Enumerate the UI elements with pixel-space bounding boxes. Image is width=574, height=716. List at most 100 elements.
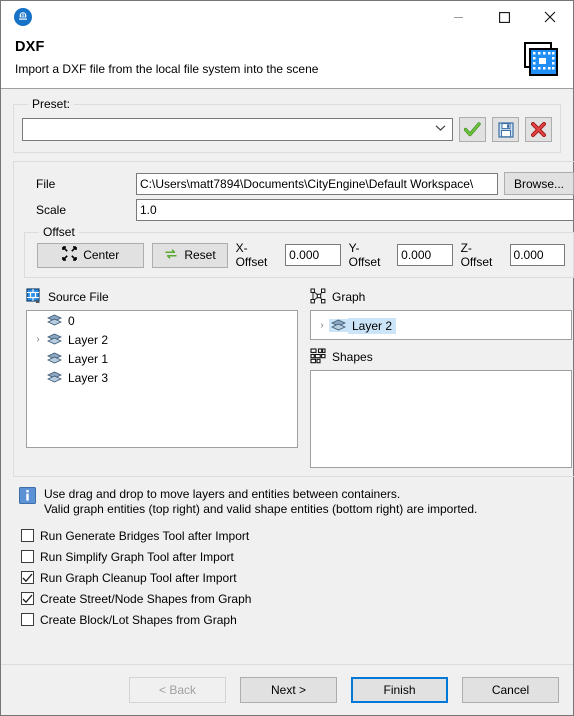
graph-shapes-panels: Graph › Layer 2 Shapes — [310, 288, 572, 468]
z-offset-label: Z-Offset — [460, 241, 493, 269]
list-item[interactable]: › Layer 3 — [27, 368, 297, 387]
preset-apply-button[interactable] — [459, 117, 486, 142]
checkbox-checked-icon[interactable] — [21, 571, 34, 584]
list-item-label: Layer 2 — [68, 332, 109, 347]
source-file-title: Source File — [48, 290, 109, 304]
back-button[interactable]: < Back — [129, 677, 226, 703]
x-offset-input[interactable]: 0.000 — [285, 244, 341, 266]
checkbox-checked-icon[interactable] — [21, 592, 34, 605]
info-line-1: Use drag and drop to move layers and ent… — [44, 487, 401, 501]
title-bar — [1, 1, 573, 33]
page-title: DXF — [15, 39, 45, 55]
graph-header: Graph — [310, 288, 572, 306]
close-button[interactable] — [527, 1, 573, 33]
scale-row: Scale 1.0 — [24, 199, 574, 221]
offset-legend: Offset — [43, 225, 75, 239]
preset-delete-button[interactable] — [525, 117, 552, 142]
reset-button[interactable]: Reset — [152, 242, 228, 268]
info-text: Use drag and drop to move layers and ent… — [44, 487, 477, 517]
info-icon — [19, 487, 36, 507]
x-offset-label: X-Offset — [235, 241, 268, 269]
option-run-simplify-graph[interactable]: Run Simplify Graph Tool after Import — [21, 546, 561, 567]
layer-stack-icon — [45, 314, 64, 327]
source-file-panel: Source File › 0 — [26, 287, 298, 468]
converge-arrows-icon — [62, 246, 77, 264]
checkbox-unchecked-icon[interactable] — [21, 613, 34, 626]
list-item-label: Layer 2 — [348, 317, 397, 334]
cad-file-icon — [26, 287, 42, 307]
twisty-placeholder: › — [31, 353, 45, 364]
twisty-placeholder: › — [31, 372, 45, 383]
layer-stack-icon — [329, 319, 348, 332]
cancel-button[interactable]: Cancel — [462, 677, 559, 703]
checkbox-unchecked-icon[interactable] — [21, 529, 34, 542]
option-label: Run Simplify Graph Tool after Import — [40, 549, 234, 564]
info-line-2: Valid graph entities (top right) and val… — [44, 502, 478, 516]
refresh-arrows-icon — [164, 247, 178, 264]
maximize-button[interactable] — [481, 1, 527, 33]
preset-legend: Preset: — [32, 97, 71, 111]
shapes-header: Shapes — [310, 347, 572, 367]
option-create-block-lot-shapes[interactable]: Create Block/Lot Shapes from Graph — [21, 609, 561, 630]
center-button-label: Center — [83, 248, 120, 262]
preset-combo[interactable] — [22, 118, 453, 141]
dxf-document-icon — [521, 41, 561, 82]
offset-row: Center Reset X-Offset 0.000 Y-Offset 0.0… — [33, 241, 565, 269]
file-row: File C:\Users\matt7894\Documents\CityEng… — [24, 172, 574, 195]
offset-group: Offset Center Reset X-Offset 0.000 Y-Off… — [24, 225, 574, 278]
reset-button-label: Reset — [184, 248, 216, 262]
y-offset-label: Y-Offset — [348, 241, 381, 269]
shapes-title: Shapes — [332, 350, 373, 364]
option-label: Create Block/Lot Shapes from Graph — [40, 612, 237, 627]
dialog-footer: < Back Next > Finish Cancel — [1, 664, 573, 715]
option-label: Create Street/Node Shapes from Graph — [40, 591, 252, 606]
preset-group: Preset: — [13, 97, 561, 153]
dxf-import-dialog: DXF Import a DXF file from the local fil… — [1, 1, 574, 715]
layer-stack-icon — [45, 352, 64, 365]
option-run-graph-cleanup[interactable]: Run Graph Cleanup Tool after Import — [21, 567, 561, 588]
option-label: Run Graph Cleanup Tool after Import — [40, 570, 237, 585]
next-button[interactable]: Next > — [240, 677, 337, 703]
file-input[interactable]: C:\Users\matt7894\Documents\CityEngine\D… — [136, 172, 498, 195]
graph-title: Graph — [332, 290, 366, 304]
page-subtitle: Import a DXF file from the local file sy… — [15, 62, 319, 76]
list-item[interactable]: › Layer 2 — [27, 330, 297, 349]
layer-stack-icon — [45, 333, 64, 346]
chevron-right-icon[interactable]: › — [31, 334, 45, 345]
twisty-placeholder: › — [31, 315, 45, 326]
shapes-grid-icon — [310, 347, 326, 367]
option-label: Run Generate Bridges Tool after Import — [40, 528, 250, 543]
chevron-right-icon[interactable]: › — [315, 320, 329, 331]
z-offset-input[interactable]: 0.000 — [509, 244, 565, 266]
options-list: Run Generate Bridges Tool after Import R… — [21, 525, 561, 630]
cityengine-logo-icon — [7, 8, 39, 26]
minimize-button[interactable] — [435, 1, 481, 33]
source-file-list[interactable]: › 0 › — [26, 310, 298, 448]
dialog-header: DXF Import a DXF file from the local fil… — [1, 33, 573, 89]
list-item[interactable]: › Layer 1 — [27, 349, 297, 368]
file-label: File — [36, 176, 56, 191]
info-row: Use drag and drop to move layers and ent… — [19, 487, 561, 517]
shapes-list[interactable] — [310, 370, 572, 468]
preset-save-button[interactable] — [492, 117, 519, 142]
list-item[interactable]: › Layer 2 — [311, 316, 571, 335]
list-item[interactable]: › 0 — [27, 311, 297, 330]
settings-group: File C:\Users\matt7894\Documents\CityEng… — [13, 161, 574, 477]
layer-stack-icon — [45, 371, 64, 384]
list-item-label: Layer 3 — [68, 370, 109, 385]
graph-list[interactable]: › Layer 2 — [310, 310, 572, 340]
list-item-label: Layer 1 — [68, 351, 109, 366]
option-create-street-node-shapes[interactable]: Create Street/Node Shapes from Graph — [21, 588, 561, 609]
dialog-body: Preset: File C:\Users\matt7894\Documents… — [1, 89, 574, 664]
chevron-down-icon — [435, 124, 448, 135]
scale-label: Scale — [36, 203, 67, 217]
center-button[interactable]: Center — [37, 242, 145, 268]
network-graph-icon — [310, 288, 326, 307]
finish-button[interactable]: Finish — [351, 677, 448, 703]
option-run-generate-bridges[interactable]: Run Generate Bridges Tool after Import — [21, 525, 561, 546]
y-offset-input[interactable]: 0.000 — [397, 244, 453, 266]
scale-input[interactable]: 1.0 — [136, 199, 574, 221]
list-item-label: 0 — [68, 313, 75, 328]
browse-button[interactable]: Browse... — [503, 172, 574, 195]
checkbox-unchecked-icon[interactable] — [21, 550, 34, 563]
